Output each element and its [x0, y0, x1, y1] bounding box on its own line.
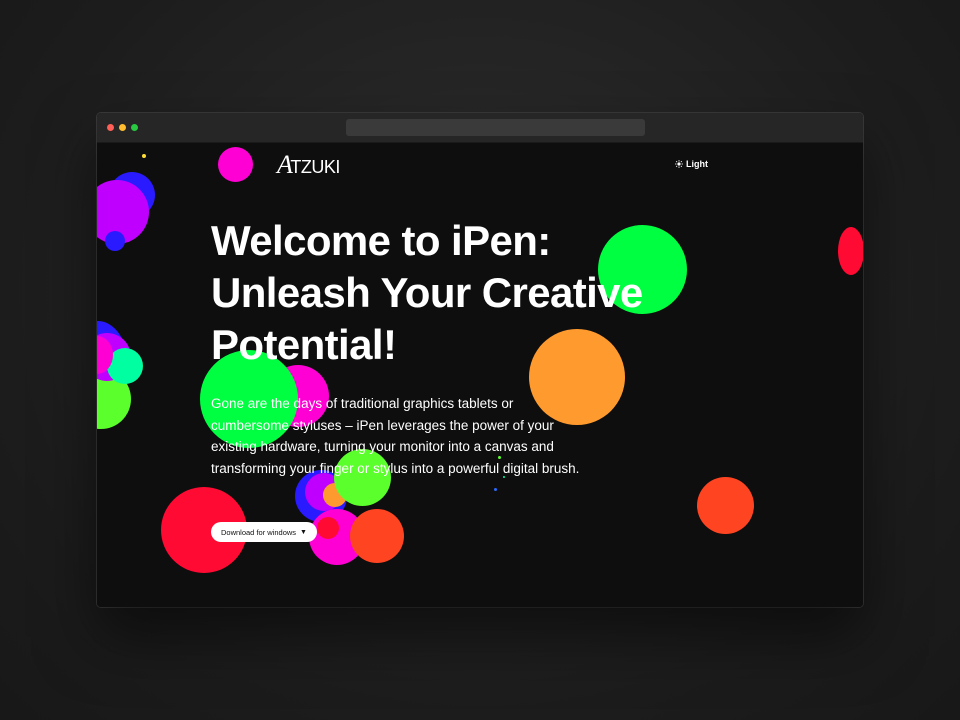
browser-window: ATZUKI Light Welcome to iPen: Unleash Yo…	[97, 113, 863, 607]
theme-toggle[interactable]: Light	[675, 159, 708, 169]
brand-logo-text: ATZUKI	[277, 150, 340, 179]
sun-icon	[675, 160, 683, 168]
download-button-label: Download for windows	[221, 527, 297, 537]
paint-blob	[218, 147, 253, 182]
maximize-window-button[interactable]	[131, 124, 138, 131]
paint-blob	[494, 488, 497, 491]
theme-toggle-label: Light	[686, 159, 708, 169]
address-bar[interactable]	[346, 119, 645, 136]
close-window-button[interactable]	[107, 124, 114, 131]
hero-headline: Welcome to iPen: Unleash Your Creative P…	[211, 217, 643, 368]
paint-blob	[317, 517, 339, 539]
paint-blob	[105, 231, 125, 251]
brand-logo[interactable]: ATZUKI	[277, 147, 340, 183]
download-windows-button[interactable]: Download for windows ▼	[211, 522, 317, 542]
browser-titlebar	[97, 113, 863, 143]
paint-blob	[697, 477, 754, 534]
paint-blob	[838, 227, 863, 275]
paint-blob	[142, 154, 146, 158]
landing-page[interactable]: ATZUKI Light Welcome to iPen: Unleash Yo…	[97, 143, 863, 607]
hero-description: Gone are the days of traditional graphic…	[211, 396, 580, 476]
minimize-window-button[interactable]	[119, 124, 126, 131]
caret-down-icon: ▼	[300, 528, 307, 536]
paint-blob	[350, 509, 404, 563]
